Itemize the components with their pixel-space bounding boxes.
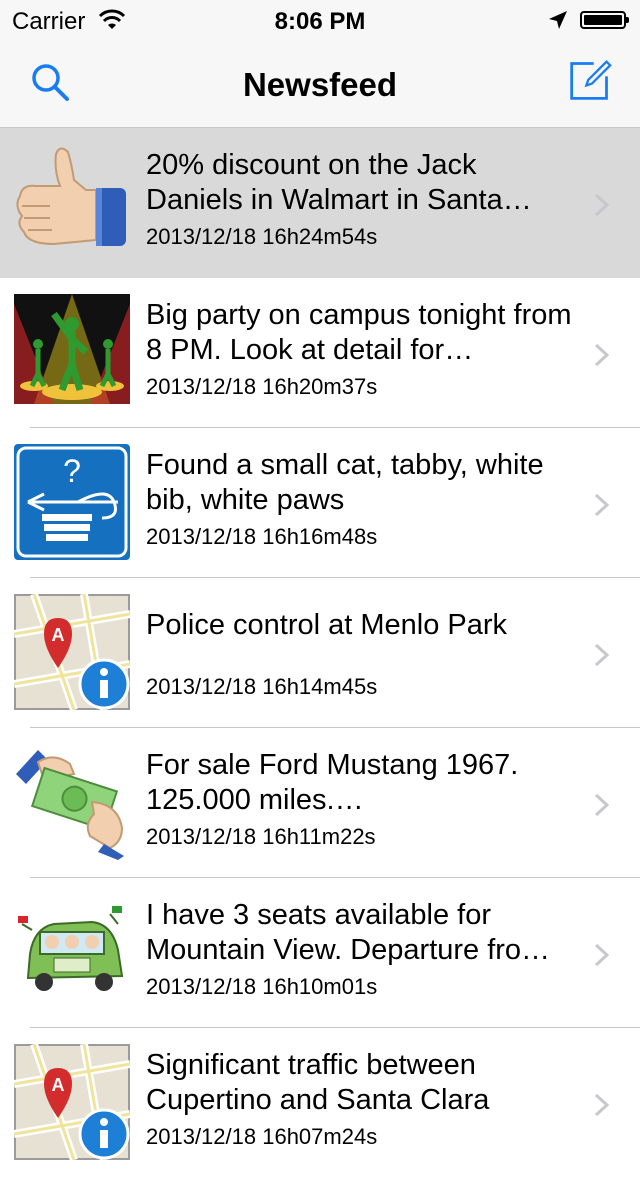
chevron-right-icon <box>594 343 610 367</box>
carpool-icon <box>18 906 124 991</box>
chevron-right-icon <box>594 943 610 967</box>
location-arrow-icon <box>549 11 567 29</box>
list-item[interactable]: I have 3 seats available for Mountain Vi… <box>0 878 640 1028</box>
svg-text:?: ? <box>63 453 81 489</box>
item-title: For sale Ford Mustang 1967. 125.000 mile… <box>146 749 519 816</box>
item-title: 20% discount on the Jack Daniels in Walm… <box>146 149 532 216</box>
item-title: Found a small cat, tabby, white bib, whi… <box>146 449 544 516</box>
battery-icon <box>580 11 629 29</box>
map-info-icon: A <box>14 1044 130 1160</box>
money-hand-icon <box>16 750 124 860</box>
item-title: Significant traffic between Cupertino an… <box>146 1049 490 1116</box>
navigation-bar: Newsfeed <box>0 40 640 128</box>
chevron-right-icon <box>594 493 610 517</box>
list-item[interactable]: 20% discount on the Jack Daniels in Walm… <box>0 128 640 278</box>
svg-text:A: A <box>52 1075 65 1095</box>
item-date: 2013/12/18 16h24m54s <box>146 224 378 249</box>
item-date: 2013/12/18 16h10m01s <box>146 974 378 999</box>
list-item[interactable]: For sale Ford Mustang 1967. 125.000 mile… <box>0 728 640 878</box>
page-title: Newsfeed <box>242 66 398 103</box>
item-date: 2013/12/18 16h07m24s <box>146 1124 378 1149</box>
item-date: 2013/12/18 16h16m48s <box>146 524 378 549</box>
chevron-right-icon <box>594 193 610 217</box>
status-bar: Carrier 8:06 PM <box>0 0 640 40</box>
item-title: Big party on campus tonight from 8 PM. L… <box>146 299 572 366</box>
lost-found-icon: ? <box>14 444 130 560</box>
newsfeed-list: 20% discount on the Jack Daniels in Walm… <box>0 128 640 1178</box>
clock: 8:06 PM <box>274 8 366 35</box>
item-date: 2013/12/18 16h20m37s <box>146 374 378 399</box>
party-icon <box>14 294 130 410</box>
item-title: Police control at Menlo Park <box>146 609 508 641</box>
map-info-icon: A <box>14 594 130 710</box>
list-item[interactable]: ? Found a small cat, tabby, white bib, w… <box>0 428 640 578</box>
item-date: 2013/12/18 16h14m45s <box>146 674 378 699</box>
compose-icon[interactable] <box>568 58 612 102</box>
chevron-right-icon <box>594 643 610 667</box>
chevron-right-icon <box>594 793 610 817</box>
list-item[interactable]: A Significant traffic between Cupertino … <box>0 1028 640 1178</box>
chevron-right-icon <box>594 1093 610 1117</box>
list-item[interactable]: A Police control at Menlo Park 2013/12/1… <box>0 578 640 728</box>
item-title: I have 3 seats available for Mountain Vi… <box>146 899 551 966</box>
item-date: 2013/12/18 16h11m22s <box>146 824 376 849</box>
thumbs-up-icon <box>16 147 126 246</box>
list-item[interactable]: Big party on campus tonight from 8 PM. L… <box>0 278 640 428</box>
svg-text:A: A <box>52 625 65 645</box>
